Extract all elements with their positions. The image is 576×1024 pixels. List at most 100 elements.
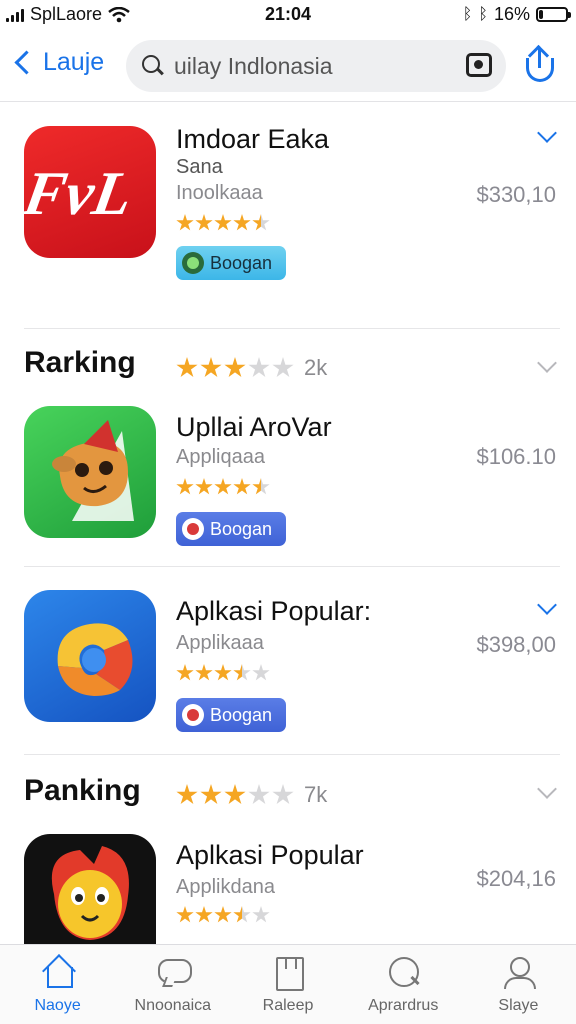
button-badge-icon: [182, 252, 204, 274]
search-bar[interactable]: [126, 40, 506, 92]
back-button[interactable]: Lauje: [12, 48, 104, 77]
button-badge-icon: [182, 704, 204, 726]
divider: [24, 328, 560, 329]
tab-label: Raleep: [262, 997, 314, 1014]
app-category: Applikaaa: [176, 632, 264, 654]
app-rating: [176, 664, 270, 682]
expand-chevron-icon[interactable]: [537, 123, 557, 143]
chat-icon: [156, 955, 192, 989]
app-get-button[interactable]: Boogan: [176, 512, 286, 546]
button-label: Boogan: [210, 252, 273, 273]
star-icon: [248, 784, 270, 805]
search-heart-icon: [386, 955, 420, 989]
section-count: 7k: [304, 782, 328, 807]
expand-chevron-icon[interactable]: [537, 595, 557, 615]
battery-icon: [536, 7, 571, 22]
mascot-icon[interactable]: [24, 406, 156, 538]
tab-messages[interactable]: Nnoonaica: [115, 945, 230, 1024]
app-developer: Sana: [176, 156, 223, 178]
share-icon[interactable]: [524, 48, 556, 82]
star-icon: [252, 478, 270, 495]
section-rating: 2k: [176, 355, 327, 381]
app-title[interactable]: Aplkasi Popular: [176, 840, 364, 871]
star-icon: [252, 214, 270, 231]
bluetooth-icon-2: ᛒ: [478, 5, 488, 23]
back-label: Lauje: [43, 48, 105, 76]
user-icon: [501, 955, 537, 989]
app-price: $106.10: [476, 444, 556, 469]
tab-label: Nnoonaica: [134, 997, 212, 1014]
star-icon: [176, 357, 198, 378]
svg-text:FvL: FvL: [24, 158, 138, 227]
star-icon: [233, 906, 251, 923]
star-icon: [272, 357, 294, 378]
app-title[interactable]: Aplkasi Popular:: [176, 596, 371, 627]
app-rating: [176, 214, 270, 232]
camera-icon[interactable]: [466, 53, 492, 77]
section-chevron-icon[interactable]: [537, 779, 557, 799]
section-title: Panking: [24, 774, 141, 807]
bluetooth-icon: ᛒ: [462, 5, 473, 23]
star-icon: [195, 664, 213, 681]
fvl-logo-icon[interactable]: FvL: [24, 126, 156, 258]
star-icon: [200, 357, 222, 378]
search-icon: [142, 55, 164, 77]
star-icon: [176, 214, 194, 231]
star-icon: [224, 784, 246, 805]
app-price: $330,10: [476, 182, 556, 207]
app-title[interactable]: Upllai AroVar: [176, 412, 332, 443]
status-right: ᛒ ᛒ 16%: [462, 4, 571, 25]
app-title[interactable]: Imdoar Eaka: [176, 124, 329, 155]
section-title: Rarking: [24, 346, 136, 379]
app-category: Applikdana: [176, 876, 275, 898]
tab-home[interactable]: Naoye: [0, 945, 115, 1024]
book-icon: [271, 955, 305, 991]
star-icon: [200, 784, 222, 805]
star-icon: [214, 906, 232, 923]
button-label: Boogan: [210, 518, 273, 539]
tab-search[interactable]: Aprardrus: [346, 945, 461, 1024]
swirl-logo-icon[interactable]: [24, 590, 156, 722]
star-icon: [214, 214, 232, 231]
divider: [24, 566, 560, 567]
bird-mascot-icon[interactable]: [24, 834, 156, 944]
star-icon: [176, 906, 194, 923]
section-count: 2k: [304, 355, 328, 380]
app-category: Inoolkaaa: [176, 182, 263, 204]
home-icon: [41, 955, 75, 989]
star-icon: [195, 478, 213, 495]
star-icon: [233, 664, 251, 681]
button-label: Boogan: [210, 704, 273, 725]
app-rating: [176, 478, 270, 496]
star-icon: [214, 478, 232, 495]
tab-library[interactable]: Raleep: [230, 945, 345, 1024]
chevron-left-icon: [14, 50, 39, 75]
nav-header: Lauje: [0, 30, 576, 102]
star-icon: [233, 214, 251, 231]
section-chevron-icon[interactable]: [537, 353, 557, 373]
star-icon: [195, 214, 213, 231]
section-rating: 7k: [176, 782, 327, 808]
star-icon: [195, 906, 213, 923]
star-icon: [252, 906, 270, 923]
app-get-button[interactable]: Boogan: [176, 698, 286, 732]
star-icon: [252, 664, 270, 681]
star-icon: [214, 664, 232, 681]
app-price: $204,16: [476, 866, 556, 891]
app-rating: [176, 906, 270, 924]
search-input[interactable]: [174, 52, 454, 80]
button-badge-icon: [182, 518, 204, 540]
tab-bar: Naoye Nnoonaica Raleep Aprardrus Slaye: [0, 944, 576, 1024]
app-price: $398,00: [476, 632, 556, 657]
tab-label: Aprardrus: [368, 997, 439, 1014]
star-icon: [272, 784, 294, 805]
star-icon: [248, 357, 270, 378]
app-get-button[interactable]: Boogan: [176, 246, 286, 280]
tab-profile[interactable]: Slaye: [461, 945, 576, 1024]
tab-label: Naoye: [34, 997, 81, 1014]
divider: [24, 754, 560, 755]
star-icon: [176, 478, 194, 495]
app-category: Appliqaaa: [176, 446, 265, 468]
status-bar: SplLaore 21:04 ᛒ ᛒ 16%: [0, 0, 576, 30]
tab-label: Slaye: [498, 997, 539, 1014]
